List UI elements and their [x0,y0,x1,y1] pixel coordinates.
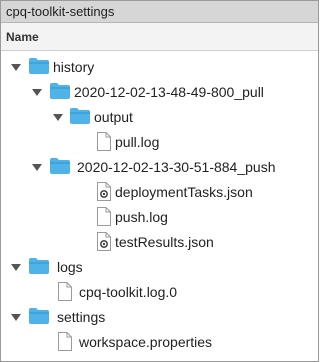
folder-label-history: history [53,59,95,75]
folder-label-push: 2020-12-02-13-30-51-884_push [77,159,276,175]
document-icon [97,207,111,226]
chevron-down-icon[interactable] [31,161,43,173]
tree-row-file-workspace-properties[interactable]: workspace.properties [1,330,318,354]
tree-row-file-test-results[interactable]: testResults.json [1,230,318,254]
document-icon [58,282,72,301]
folder-icon [70,108,90,124]
tree-row-file-toolkit-log[interactable]: cpq-toolkit.log.0 [1,280,318,304]
folder-icon [29,308,49,324]
tree-row-logs[interactable]: logs [1,255,318,279]
folder-label-logs: logs [57,259,83,275]
file-label-pull-log: pull.log [115,134,160,150]
file-label-deployment-tasks: deploymentTasks.json [115,184,253,200]
file-label-workspace-properties: workspace.properties [79,334,213,350]
chevron-down-icon[interactable] [31,86,43,98]
document-icon [97,132,111,151]
folder-label-output: output [94,109,133,125]
json-file-icon [97,232,111,251]
tree-row-push-folder[interactable]: 2020-12-02-13-30-51-884_push [1,155,318,179]
file-label-test-results: testResults.json [115,234,214,250]
folder-icon [29,58,49,74]
tree-row-pull-folder[interactable]: 2020-12-02-13-48-49-800_pull [1,80,318,104]
tree-row-history[interactable]: history [1,55,318,79]
file-label-toolkit-log: cpq-toolkit.log.0 [79,284,178,300]
tree-row-file-pull-log[interactable]: pull.log [1,130,318,154]
column-header-name[interactable]: Name [1,23,318,51]
folder-icon [50,158,70,174]
document-icon [58,332,72,351]
tree-row-file-deployment-tasks[interactable]: deploymentTasks.json [1,180,318,204]
chevron-down-icon[interactable] [10,61,22,73]
json-file-icon [97,182,111,201]
chevron-down-icon[interactable] [10,311,22,323]
folder-label-pull: 2020-12-02-13-48-49-800_pull [74,84,264,100]
chevron-down-icon[interactable] [10,261,22,273]
tree-row-output-folder[interactable]: output [1,105,318,129]
window-title: cpq-toolkit-settings [1,1,318,23]
finder-window: cpq-toolkit-settings Name history 2020-1… [0,0,319,362]
folder-label-settings: settings [57,309,106,325]
file-label-push-log: push.log [115,209,168,225]
folder-icon [50,83,70,99]
file-tree: history 2020-12-02-13-48-49-800_pull out… [1,51,318,361]
tree-row-file-push-log[interactable]: push.log [1,205,318,229]
chevron-down-icon[interactable] [52,111,64,123]
tree-row-settings[interactable]: settings [1,305,318,329]
folder-icon [29,258,49,274]
